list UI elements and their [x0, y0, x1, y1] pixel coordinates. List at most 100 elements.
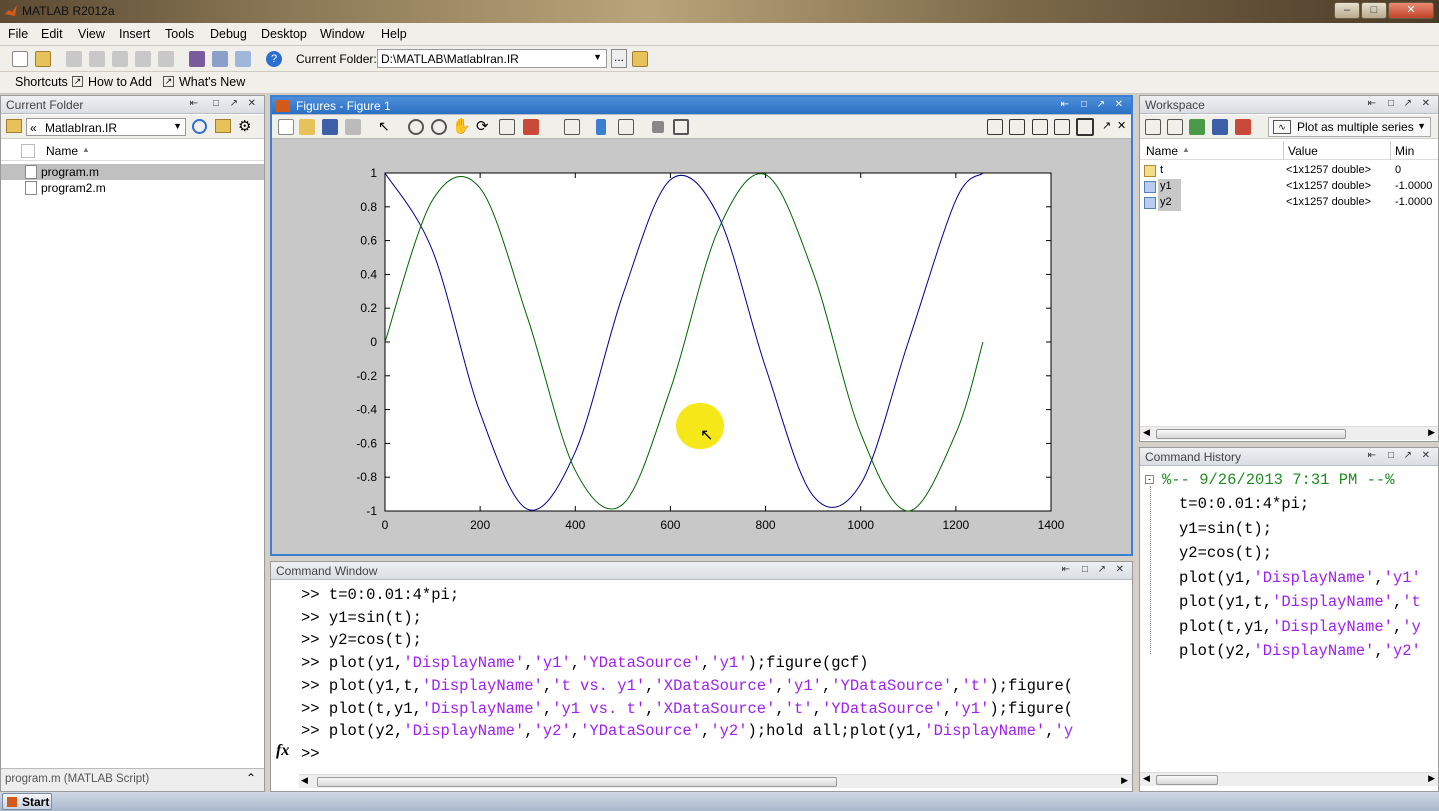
hide-tools-icon[interactable]	[652, 121, 664, 133]
undock-icon[interactable]: ⇤	[1062, 564, 1070, 575]
scroll-left-icon[interactable]: ◀	[301, 775, 308, 786]
file-row[interactable]: program2.m	[1, 180, 264, 196]
colorbar-icon[interactable]	[596, 119, 606, 135]
close-button[interactable]: ✕	[1388, 2, 1434, 19]
file-list-header[interactable]: Name ▲	[1, 141, 264, 161]
close-icon[interactable]: ✕	[1422, 98, 1430, 109]
shortcuts-label[interactable]: Shortcuts	[15, 75, 68, 89]
history-item[interactable]: t=0:0.01:4*pi;	[1179, 495, 1309, 513]
rotate-icon[interactable]: ⟳	[476, 117, 489, 135]
open-folder-icon[interactable]	[35, 51, 51, 67]
undo-icon[interactable]	[135, 51, 151, 67]
start-button[interactable]: Start	[2, 793, 52, 810]
menu-edit[interactable]: Edit	[41, 27, 63, 41]
float-icon[interactable]	[1054, 119, 1070, 135]
folder-up-icon[interactable]	[215, 119, 231, 133]
history-item[interactable]: plot(y2,'DisplayName','y2'	[1179, 642, 1421, 660]
scroll-right-icon[interactable]: ▶	[1121, 775, 1128, 786]
maximize-icon[interactable]: □	[1081, 99, 1087, 110]
close-icon[interactable]: ✕	[1116, 564, 1124, 575]
maximize-icon[interactable]: □	[213, 98, 219, 109]
current-folder-input[interactable]: D:\MATLAB\MatlabIran.IR ▼	[377, 49, 607, 68]
menu-window[interactable]: Window	[320, 27, 364, 41]
open-variable-icon[interactable]	[1167, 119, 1183, 135]
menu-file[interactable]: File	[8, 27, 28, 41]
new-variable-icon[interactable]	[1145, 119, 1161, 135]
left-right-icon[interactable]	[1009, 119, 1025, 135]
menu-debug[interactable]: Debug	[210, 27, 247, 41]
scroll-left-icon[interactable]: ◀	[1143, 773, 1150, 784]
close-icon[interactable]: ✕	[1115, 99, 1123, 110]
print-icon[interactable]	[345, 119, 361, 135]
workspace-row[interactable]: t <1x1257 double> 0	[1140, 163, 1438, 179]
show-tools-icon[interactable]	[673, 119, 689, 135]
new-file-icon[interactable]	[12, 51, 28, 67]
zoom-out-icon[interactable]	[431, 119, 447, 135]
workspace-row[interactable]: y1 <1x1257 double> -1.0000	[1140, 179, 1438, 195]
menu-desktop[interactable]: Desktop	[261, 27, 307, 41]
open-icon[interactable]	[299, 119, 315, 135]
legend-icon[interactable]	[618, 119, 634, 135]
search-icon[interactable]	[192, 119, 207, 134]
help-icon[interactable]: ?	[266, 51, 282, 67]
workspace-row[interactable]: y2 <1x1257 double> -1.0000	[1140, 195, 1438, 211]
undock-icon[interactable]: ⇤	[190, 98, 198, 109]
new-figure-icon[interactable]	[278, 119, 294, 135]
save-icon[interactable]	[1212, 119, 1228, 135]
gear-icon[interactable]: ⚙	[238, 117, 251, 135]
function-browser-icon[interactable]: fx	[276, 742, 289, 760]
maximize-icon[interactable]	[1076, 118, 1094, 136]
brush-icon[interactable]	[523, 119, 539, 135]
menu-view[interactable]: View	[78, 27, 105, 41]
chevron-up-icon[interactable]: ⌃	[246, 771, 256, 785]
chevron-down-icon[interactable]: ▼	[593, 52, 602, 62]
copy-icon[interactable]	[89, 51, 105, 67]
history-item[interactable]: plot(t,y1,'DisplayName','y	[1179, 618, 1421, 636]
chevron-down-icon[interactable]: ▼	[173, 121, 182, 131]
scroll-right-icon[interactable]: ▶	[1428, 773, 1435, 784]
scrollbar-thumb[interactable]	[1156, 429, 1346, 439]
close-icon[interactable]: ✕	[248, 98, 256, 109]
pointer-icon[interactable]: ↖	[378, 118, 390, 135]
import-data-icon[interactable]	[1189, 119, 1205, 135]
zoom-in-icon[interactable]	[408, 119, 424, 135]
simulink-icon[interactable]	[189, 51, 205, 67]
command-scrollbar[interactable]: ◀ ▶	[299, 774, 1132, 788]
pin-icon[interactable]: ↗	[1102, 119, 1111, 132]
undock-icon[interactable]: ⇤	[1368, 98, 1376, 109]
workspace-scrollbar[interactable]: ◀ ▶	[1140, 426, 1438, 440]
file-row[interactable]: program.m	[1, 164, 264, 180]
scroll-right-icon[interactable]: ▶	[1428, 427, 1435, 438]
folder-path-combo[interactable]: « MatlabIran.IR ▼	[26, 118, 186, 136]
close-icon[interactable]: ✕	[1117, 119, 1126, 132]
history-item[interactable]: y2=cos(t);	[1179, 544, 1272, 562]
data-cursor-icon[interactable]	[499, 119, 515, 135]
history-scrollbar[interactable]: ◀ ▶	[1140, 772, 1438, 786]
top-bottom-icon[interactable]	[1032, 119, 1048, 135]
chevron-down-icon[interactable]: ▼	[1417, 121, 1426, 131]
pin-icon[interactable]: ↗	[1097, 99, 1105, 110]
minimize-button[interactable]: –	[1334, 2, 1360, 19]
menu-tools[interactable]: Tools	[165, 27, 194, 41]
delete-icon[interactable]	[1235, 119, 1251, 135]
redo-icon[interactable]	[158, 51, 174, 67]
pin-icon[interactable]: ↗	[230, 98, 238, 109]
scroll-left-icon[interactable]: ◀	[1143, 427, 1150, 438]
maximize-button[interactable]: □	[1361, 2, 1387, 19]
maximize-icon[interactable]: □	[1082, 564, 1088, 575]
column-min[interactable]: Min	[1395, 144, 1414, 158]
scrollbar-thumb[interactable]	[1156, 775, 1218, 785]
history-item[interactable]: y1=sin(t);	[1179, 520, 1272, 538]
undock-icon[interactable]: ⇤	[1061, 99, 1069, 110]
folder-up-icon[interactable]	[632, 51, 648, 67]
history-item[interactable]: plot(y1,'DisplayName','y1'	[1179, 569, 1421, 587]
history-list[interactable]: t=0:0.01:4*pi; y1=sin(t); y2=cos(t); plot(y…	[1140, 448, 1438, 776]
command-prompt[interactable]: >>	[301, 745, 320, 763]
link-plot-icon[interactable]	[564, 119, 580, 135]
tile-icon[interactable]	[987, 119, 1003, 135]
plot-selector-button[interactable]: ∿ Plot as multiple series ▼	[1268, 117, 1431, 137]
paste-icon[interactable]	[112, 51, 128, 67]
name-column-header[interactable]: Name	[46, 144, 78, 158]
menu-insert[interactable]: Insert	[119, 27, 150, 41]
menu-help[interactable]: Help	[381, 27, 407, 41]
